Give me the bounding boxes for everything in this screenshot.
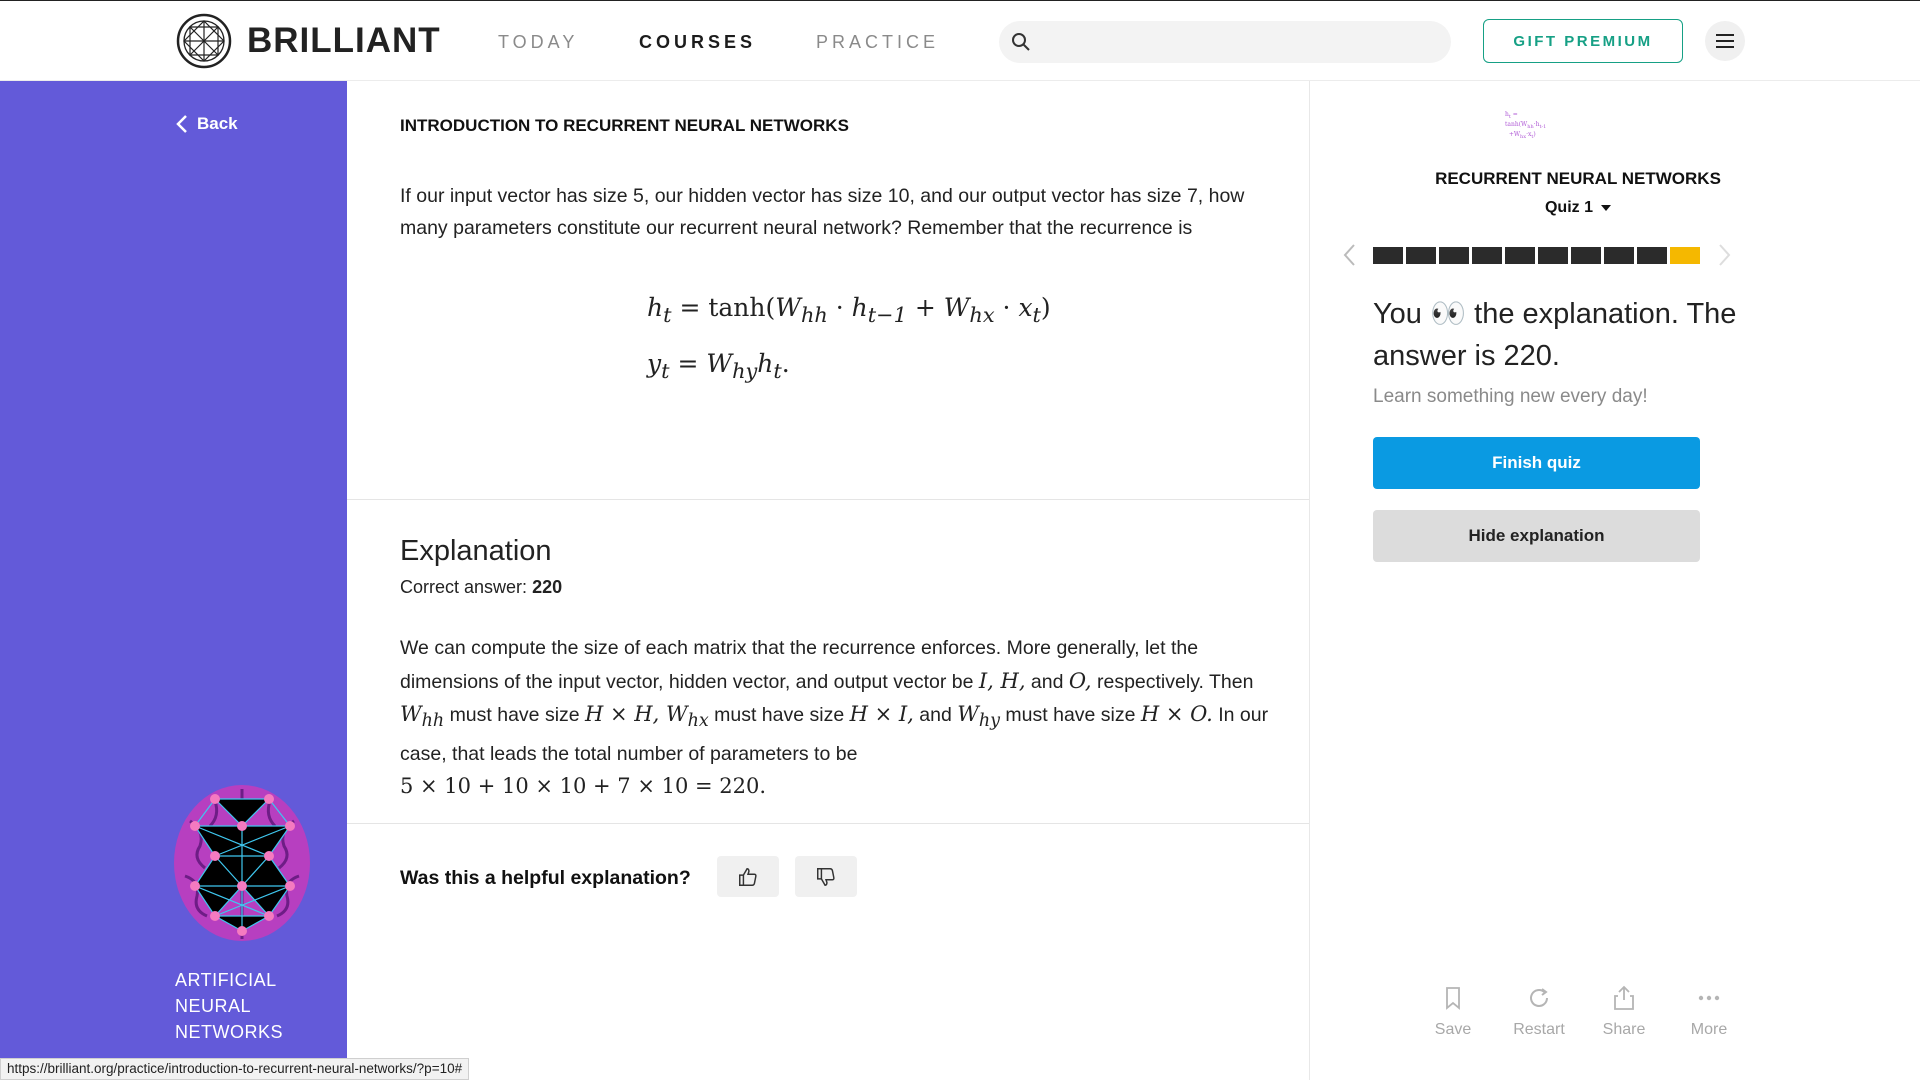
result-headline: You 👀 the explanation. The answer is 220…	[1373, 298, 1737, 372]
nav-practice[interactable]: PRACTICE	[816, 32, 939, 53]
search-input[interactable]	[999, 21, 1451, 63]
status-bar-url: https://brilliant.org/practice/introduct…	[0, 1058, 470, 1080]
progress-segment[interactable]	[1670, 247, 1700, 264]
save-action[interactable]: Save	[1413, 985, 1493, 1039]
progress-segment[interactable]	[1406, 247, 1436, 264]
caret-down-icon	[1601, 204, 1611, 211]
chevron-left-icon	[176, 115, 187, 133]
main-content: INTRODUCTION TO RECURRENT NEURAL NETWORK…	[347, 81, 1309, 1080]
menu-button[interactable]	[1705, 21, 1745, 61]
nav-courses[interactable]: COURSES	[639, 32, 756, 53]
progress-segment[interactable]	[1439, 247, 1469, 264]
back-link[interactable]: Back	[175, 114, 238, 134]
explanation-title: Explanation	[400, 535, 552, 567]
thumbs-up-icon	[739, 867, 757, 886]
quiz-thumbnail: ht = tanh(Whh·ht-1 +Whx·xt)	[1505, 111, 1547, 141]
thumbs-up-button[interactable]	[717, 856, 779, 897]
problem-title: INTRODUCTION TO RECURRENT NEURAL NETWORK…	[400, 116, 849, 135]
progress-segment[interactable]	[1373, 247, 1403, 264]
explanation-text-2: respectively. Then	[1096, 670, 1254, 693]
brain-network-icon	[174, 785, 310, 941]
restart-label: Restart	[1513, 1021, 1565, 1038]
course-name[interactable]: ARTIFICIAL NEURAL NETWORKS	[175, 967, 305, 1045]
quiz-selector[interactable]: Quiz 1	[1373, 199, 1783, 217]
quiz-progress-bar	[1373, 247, 1700, 264]
sidebar: Back ARTIFICIAL NEURAL NETWORKS	[0, 81, 347, 1080]
restart-action[interactable]: Restart	[1499, 985, 1579, 1039]
chevron-right-icon[interactable]	[1718, 243, 1732, 267]
correct-answer-label: Correct answer:	[400, 577, 528, 597]
more-action[interactable]: More	[1669, 985, 1749, 1039]
thumbs-down-button[interactable]	[795, 856, 857, 897]
progress-segment[interactable]	[1538, 247, 1568, 264]
header: BRILLIANT TODAY COURSES PRACTICE GIFT PR…	[0, 1, 1920, 81]
back-label: Back	[197, 114, 238, 133]
progress-segment[interactable]	[1604, 247, 1634, 264]
explanation-text-4: must have size	[714, 704, 845, 726]
progress-segment[interactable]	[1571, 247, 1601, 264]
share-action[interactable]: Share	[1584, 985, 1664, 1039]
brilliant-logo[interactable]: BRILLIANT	[175, 12, 441, 70]
thumbs-down-icon	[817, 867, 835, 886]
finish-quiz-button[interactable]: Finish quiz	[1373, 437, 1700, 489]
correct-answer: Correct answer: 220	[400, 577, 562, 598]
progress-segment[interactable]	[1472, 247, 1502, 264]
divider	[347, 499, 1309, 500]
quiz-panel: ht = tanh(Whh·ht-1 +Whx·xt) RECURRENT NEU…	[1310, 81, 1920, 1080]
recurrence-equation-1: ht = tanh(Whh · ht−1 + Whx · xt)	[647, 293, 1051, 327]
explanation-text-6: must have size	[1005, 704, 1136, 726]
helpful-question: Was this a helpful explanation?	[400, 867, 691, 889]
hide-explanation-button[interactable]: Hide explanation	[1373, 510, 1700, 562]
explanation-text: We can compute the size of each matrix t…	[400, 637, 1269, 799]
correct-answer-value: 220	[532, 577, 563, 597]
logo-icon	[176, 13, 232, 69]
problem-question: If our input vector has size 5, our hidd…	[400, 185, 1245, 239]
quiz-section-title: RECURRENT NEURAL NETWORKS	[1435, 169, 1721, 188]
share-label: Share	[1602, 1021, 1646, 1038]
result-subtext: Learn something new every day!	[1373, 386, 1648, 407]
divider	[347, 823, 1309, 824]
quiz-selector-label: Quiz 1	[1544, 199, 1593, 216]
explanation-text-3: must have size	[449, 704, 580, 726]
share-icon	[1614, 985, 1634, 1010]
hamburger-icon	[1716, 34, 1734, 48]
more-icon	[1698, 995, 1720, 1001]
more-label: More	[1690, 1021, 1728, 1038]
progress-segment[interactable]	[1637, 247, 1667, 264]
progress-segment[interactable]	[1505, 247, 1535, 264]
explanation-text-5: and	[919, 704, 952, 726]
search-icon	[1012, 33, 1030, 51]
logo-text: BRILLIANT	[247, 21, 441, 60]
recurrence-equation-2: yt = Whyht.	[647, 349, 790, 383]
chevron-left-icon[interactable]	[1342, 243, 1356, 267]
gift-premium-button[interactable]: GIFT PREMIUM	[1483, 19, 1683, 63]
nav-today[interactable]: TODAY	[498, 32, 578, 53]
bookmark-icon	[1446, 987, 1460, 1010]
save-label: Save	[1434, 1021, 1472, 1038]
restart-icon	[1530, 988, 1548, 1007]
